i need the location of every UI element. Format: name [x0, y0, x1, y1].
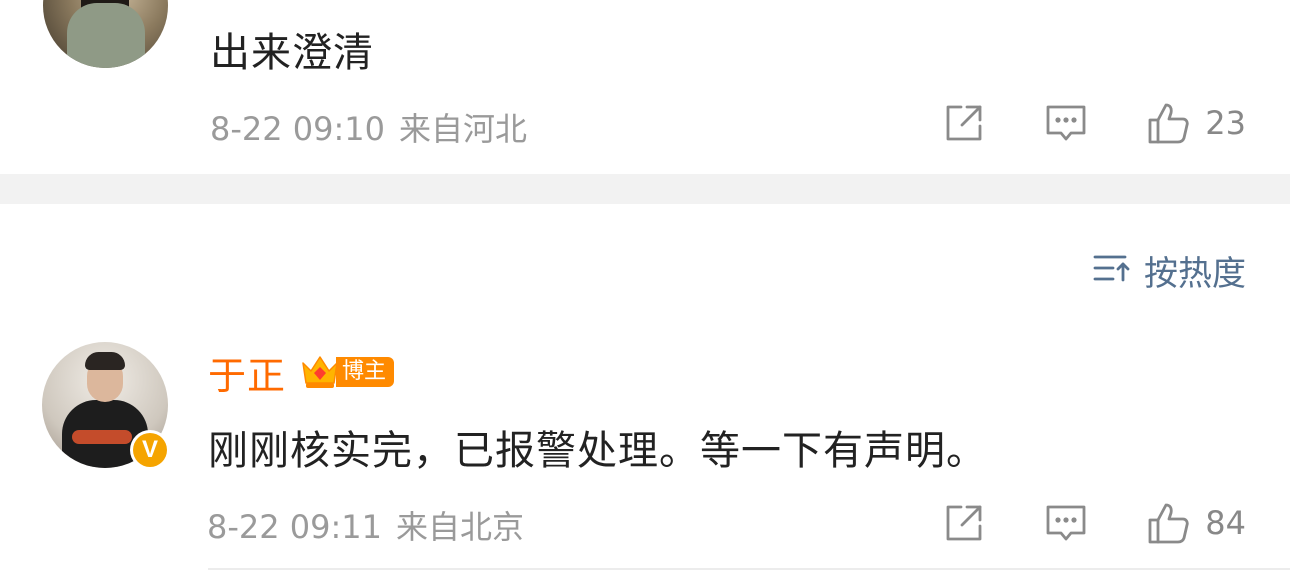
- divider-line: [208, 568, 1290, 570]
- sort-icon: [1092, 252, 1132, 288]
- comment-item: V 于正 博主 刚刚核实完，已报警处理。等一下有声明。 8-22 09:11 来自…: [0, 330, 1290, 575]
- sort-by-hot-button[interactable]: 按热度: [1092, 250, 1246, 294]
- badge-label: 博主: [336, 357, 395, 387]
- verified-mark: V: [133, 433, 167, 467]
- verified-badge-icon: V: [130, 430, 170, 470]
- comment-time: 8-22 09:10: [210, 110, 386, 148]
- avatar-hair: [85, 352, 125, 370]
- comment-time: 8-22 09:11: [207, 508, 383, 546]
- like-button[interactable]: 23: [1145, 100, 1246, 146]
- comment-actions: 23: [941, 100, 1246, 146]
- comment-meta: 8-22 09:10 来自河北: [210, 104, 527, 150]
- like-count: 23: [1205, 104, 1246, 142]
- comment-icon[interactable]: [1043, 500, 1089, 546]
- comment-author: 于正 博主: [208, 345, 395, 400]
- comment-item: 出来澄清 8-22 09:10 来自河北 23: [0, 0, 1290, 174]
- comment-actions: 84: [941, 500, 1246, 546]
- user-avatar[interactable]: [43, 0, 168, 68]
- comment-icon[interactable]: [1043, 100, 1089, 146]
- comment-text: 刚刚核实完，已报警处理。等一下有声明。: [208, 428, 987, 474]
- comment-location: 来自河北: [399, 110, 528, 148]
- author-name[interactable]: 于正: [208, 345, 286, 400]
- like-button[interactable]: 84: [1145, 500, 1246, 546]
- comment-meta: 8-22 09:11 来自北京: [207, 502, 524, 548]
- repost-icon[interactable]: [941, 500, 987, 546]
- sort-label: 按热度: [1144, 253, 1246, 294]
- like-count: 84: [1205, 504, 1246, 542]
- blogger-badge: 博主: [300, 352, 395, 392]
- comment-location: 来自北京: [396, 508, 525, 546]
- crown-icon: [300, 353, 340, 391]
- repost-icon[interactable]: [941, 100, 987, 146]
- section-divider: [0, 174, 1290, 204]
- thumbs-up-icon[interactable]: [1145, 500, 1191, 546]
- comment-text: 出来澄清: [210, 30, 374, 76]
- avatar-scarf: [72, 430, 132, 444]
- thumbs-up-icon[interactable]: [1145, 100, 1191, 146]
- avatar-shirt: [67, 3, 145, 68]
